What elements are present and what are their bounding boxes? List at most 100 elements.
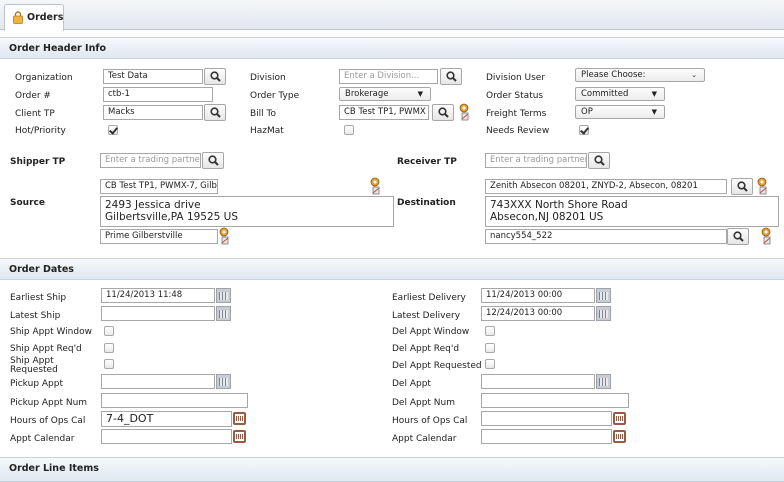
shipper-tp-label: Shipper TP xyxy=(10,157,66,167)
bill-to-label: Bill To xyxy=(250,109,277,119)
del-appt-window-checkbox[interactable] xyxy=(485,326,495,336)
del-appt-label: Del Appt xyxy=(392,379,431,389)
receiver-tp-label: Receiver TP xyxy=(397,157,457,167)
order-status-value: Committed xyxy=(581,89,629,99)
calendar-icon[interactable] xyxy=(596,306,611,321)
appt-calendar-field[interactable] xyxy=(481,429,612,444)
search-icon xyxy=(438,107,449,118)
ship-appt-window-label: Ship Appt Window xyxy=(10,327,92,337)
ship-appt-reqd-checkbox[interactable] xyxy=(104,343,114,353)
source-contact-field[interactable]: Prime Gilberstville xyxy=(100,229,218,244)
destination-contact-field[interactable]: nancy554_522 xyxy=(485,229,727,244)
source-address-textarea[interactable]: 2493 Jessica drive Gilbertsville,PA 1952… xyxy=(100,196,394,227)
calendar-icon[interactable] xyxy=(613,412,626,425)
dropdown-arrow-icon: ▼ xyxy=(417,90,423,98)
calendar-icon[interactable] xyxy=(216,288,231,303)
del-appt-reqd-label: Del Appt Req'd xyxy=(392,344,460,354)
earliest-ship-field[interactable]: 11/24/2013 11:48 xyxy=(101,288,215,303)
del-appt-reqd-checkbox[interactable] xyxy=(485,343,495,353)
client-tp-label: Client TP xyxy=(15,109,55,119)
tab-bar: Orders xyxy=(0,0,784,31)
source-location-field[interactable]: CB Test TP1, PWMX-7, Gilb xyxy=(100,179,218,194)
search-icon xyxy=(208,155,219,166)
freight-terms-label: Freight Terms xyxy=(486,109,547,119)
calendar-icon[interactable] xyxy=(216,374,231,389)
section-order-header-info: Order Header Info xyxy=(0,37,784,59)
latest-delivery-label: Latest Delivery xyxy=(392,311,461,321)
search-icon xyxy=(210,107,221,118)
pickup-appt-field[interactable] xyxy=(101,374,215,389)
client-tp-search-button[interactable] xyxy=(204,104,226,121)
destination-edit-icon[interactable] xyxy=(757,177,767,195)
receiver-tp-field[interactable]: Enter a trading partner xyxy=(485,153,587,168)
ship-appt-window-checkbox[interactable] xyxy=(104,326,114,336)
search-icon xyxy=(446,71,457,82)
organization-label: Organization xyxy=(15,73,73,83)
division-search-button[interactable] xyxy=(440,68,462,85)
ship-appt-requested-checkbox[interactable] xyxy=(104,359,114,369)
destination-search-button[interactable] xyxy=(731,178,753,195)
del-appt-requested-label: Del Appt Requested xyxy=(392,361,482,371)
earliest-delivery-label: Earliest Delivery xyxy=(392,293,466,303)
order-num-field[interactable]: ctb-1 xyxy=(103,87,213,102)
hours-ops-cal-field[interactable]: 7-4_DOT xyxy=(101,411,232,427)
calendar-icon[interactable] xyxy=(596,374,611,389)
hot-priority-checkbox[interactable] xyxy=(108,125,118,135)
needs-review-label: Needs Review xyxy=(486,126,550,136)
del-appt-num-field[interactable] xyxy=(481,393,629,408)
ship-appt-reqd-label: Ship Appt Req'd xyxy=(10,344,82,354)
pickup-appt-num-field[interactable] xyxy=(101,393,248,408)
hazmat-checkbox[interactable] xyxy=(344,125,354,135)
client-tp-field[interactable]: Macks xyxy=(103,105,203,120)
del-appt-requested-checkbox[interactable] xyxy=(485,359,495,369)
latest-ship-field[interactable] xyxy=(101,306,215,321)
tab-orders[interactable]: Orders xyxy=(4,4,64,31)
destination-label: Destination xyxy=(397,198,456,208)
search-icon xyxy=(594,155,605,166)
appt-calendar-label: Appt Calendar xyxy=(392,434,457,444)
location-edit-icon[interactable] xyxy=(459,103,469,121)
hours-ops-cal-label: Hours of Ops Cal xyxy=(392,416,468,426)
earliest-ship-label: Earliest Ship xyxy=(10,293,67,303)
destination-location-field[interactable]: Zenith Absecon 08201, ZNYD-2, Absecon, 0… xyxy=(485,179,727,194)
pickup-appt-label: Pickup Appt xyxy=(10,379,64,389)
shipper-tp-field[interactable]: Enter a trading partner xyxy=(100,153,201,168)
section-title: Order Line Items xyxy=(9,463,99,474)
del-appt-num-label: Del Appt Num xyxy=(392,398,456,408)
destination-contact-search-button[interactable] xyxy=(727,228,749,245)
calendar-icon[interactable] xyxy=(233,430,246,443)
needs-review-checkbox[interactable] xyxy=(579,125,589,135)
freight-terms-select[interactable]: OP ▼ xyxy=(575,105,665,119)
appt-calendar-label: Appt Calendar xyxy=(10,434,75,444)
calendar-icon[interactable] xyxy=(596,288,611,303)
latest-delivery-field[interactable]: 12/24/2013 00:00 xyxy=(481,306,595,321)
contact-edit-icon[interactable] xyxy=(219,227,229,245)
search-icon xyxy=(737,181,748,192)
order-status-label: Order Status xyxy=(486,91,544,101)
calendar-icon[interactable] xyxy=(613,430,626,443)
ship-appt-requested-label: Ship Appt Requested xyxy=(10,356,58,375)
organization-field[interactable]: Test Data xyxy=(103,69,203,84)
order-num-label: Order # xyxy=(15,91,51,101)
division-field[interactable]: Enter a Division... xyxy=(339,69,438,84)
source-label: Source xyxy=(10,198,45,208)
calendar-icon[interactable] xyxy=(233,412,246,425)
destination-contact-edit-icon[interactable] xyxy=(761,227,771,245)
calendar-icon[interactable] xyxy=(216,306,231,321)
hours-ops-cal-field[interactable] xyxy=(481,411,612,426)
order-type-label: Order Type xyxy=(250,91,300,101)
appt-calendar-field[interactable] xyxy=(101,429,232,444)
earliest-delivery-field[interactable]: 11/24/2013 00:00 xyxy=(481,288,595,303)
division-user-select[interactable]: Please Choose: ⌄ xyxy=(575,68,705,82)
bill-to-search-button[interactable] xyxy=(432,104,454,121)
del-appt-field[interactable] xyxy=(481,374,595,389)
order-status-select[interactable]: Committed ▼ xyxy=(575,87,665,101)
order-type-value: Brokerage xyxy=(345,89,389,99)
bill-to-field[interactable]: CB Test TP1, PWMX xyxy=(339,105,429,120)
source-edit-icon[interactable] xyxy=(370,177,380,195)
destination-address-textarea[interactable]: 743XXX North Shore Road Absecon,NJ 08201… xyxy=(485,196,779,227)
receiver-tp-search-button[interactable] xyxy=(588,152,610,169)
organization-search-button[interactable] xyxy=(204,68,226,85)
shipper-tp-search-button[interactable] xyxy=(202,152,224,169)
order-type-select[interactable]: Brokerage ▼ xyxy=(339,87,431,101)
